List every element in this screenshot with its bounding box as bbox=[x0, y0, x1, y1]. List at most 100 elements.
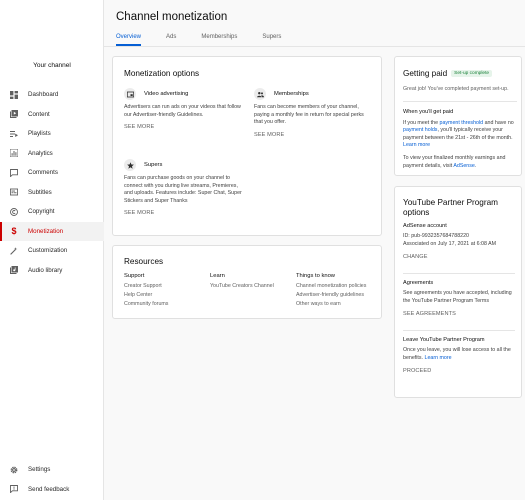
members-icon bbox=[254, 88, 266, 100]
adsense-associated-date: Associated on July 17, 2021 at 6:08 AM bbox=[403, 240, 497, 247]
sidebar-item-label: Settings bbox=[28, 466, 51, 474]
resources-support-column: Support Creator Support Help Center Comm… bbox=[124, 273, 168, 309]
change-adsense-button[interactable]: CHANGE bbox=[403, 254, 515, 260]
tab-ads[interactable]: Ads bbox=[166, 30, 176, 46]
dollar-icon: $ bbox=[11, 226, 17, 237]
copyright-icon bbox=[10, 207, 18, 216]
adsense-link[interactable]: AdSense bbox=[453, 163, 475, 169]
ypp-options-title: YouTube Partner Program options bbox=[403, 198, 498, 217]
video-ad-icon bbox=[124, 88, 136, 100]
divider bbox=[403, 100, 517, 102]
sidebar-item-label: Customization bbox=[28, 247, 68, 255]
tab-overview[interactable]: Overview bbox=[116, 30, 142, 46]
youtube-creators-channel-link[interactable]: YouTube Creators Channel bbox=[210, 282, 274, 291]
video-advertising-see-more-button[interactable]: SEE MORE bbox=[124, 124, 242, 130]
divider bbox=[403, 273, 515, 274]
sidebar-item-subtitles[interactable]: Subtitles bbox=[0, 183, 104, 203]
payment-status-text: Great job! You've completed payment set-… bbox=[403, 86, 509, 92]
sidebar-item-analytics[interactable]: Analytics bbox=[0, 144, 104, 164]
video-advertising-title: Video advertising bbox=[144, 91, 189, 97]
tab-memberships[interactable]: Memberships bbox=[201, 30, 237, 46]
memberships-see-more-button[interactable]: SEE MORE bbox=[254, 132, 372, 138]
payment-holds-link[interactable]: payment holds bbox=[403, 127, 437, 133]
channel-monetization-policies-link[interactable]: Channel monetization policies bbox=[296, 282, 366, 291]
help-center-link[interactable]: Help Center bbox=[124, 291, 168, 300]
leave-ypp-heading: Leave YouTube Partner Program bbox=[403, 337, 485, 343]
tab-supers[interactable]: Supers bbox=[262, 30, 281, 46]
agreements-desc: See agreements you have accepted, includ… bbox=[403, 290, 512, 304]
audio-library-icon bbox=[10, 266, 18, 275]
sidebar-item-settings[interactable]: Settings bbox=[0, 460, 104, 480]
sidebar-item-dashboard[interactable]: Dashboard bbox=[0, 85, 104, 105]
sidebar-item-comments[interactable]: Comments bbox=[0, 163, 104, 183]
video-advertising-option: Video advertising Advertisers can run ad… bbox=[124, 88, 242, 130]
sidebar-item-label: Content bbox=[28, 110, 50, 118]
sidebar-item-label: Comments bbox=[28, 169, 58, 177]
supers-see-more-button[interactable]: SEE MORE bbox=[124, 210, 242, 216]
learn-more-link[interactable]: Learn more bbox=[425, 355, 452, 361]
adsense-account-heading: AdSense account bbox=[403, 223, 447, 229]
agreements-section: Agreements See agreements you have accep… bbox=[403, 280, 515, 317]
ypp-options-card: YouTube Partner Program options AdSense … bbox=[394, 186, 522, 398]
getting-paid-title: Getting paid bbox=[403, 69, 448, 78]
memberships-title: Memberships bbox=[274, 91, 309, 97]
sidebar-item-send-feedback[interactable]: Send feedback bbox=[0, 480, 104, 500]
analytics-icon bbox=[10, 149, 18, 158]
adsense-visit-text: To view your finalized monthly earnings … bbox=[403, 154, 506, 169]
tab-divider bbox=[104, 46, 525, 47]
creator-support-link[interactable]: Creator Support bbox=[124, 282, 168, 291]
resources-column-title: Learn bbox=[210, 273, 225, 279]
sidebar-item-label: Audio library bbox=[28, 266, 63, 274]
sidebar-item-content[interactable]: Content bbox=[0, 105, 104, 125]
sidebar-item-customization[interactable]: Customization bbox=[0, 241, 104, 261]
sidebar-item-label: Subtitles bbox=[28, 188, 52, 196]
monetization-options-card: Monetization options Video advertising A… bbox=[112, 56, 382, 236]
sidebar-item-audio-library[interactable]: Audio library bbox=[0, 261, 104, 281]
learn-more-link[interactable]: Learn more bbox=[403, 142, 430, 148]
supers-desc: Fans can purchase goods on your channel … bbox=[124, 175, 242, 204]
sidebar-item-playlists[interactable]: Playlists bbox=[0, 124, 104, 144]
sidebar-item-label: Copyright bbox=[28, 208, 55, 216]
when-paid-text: If you meet the payment threshold and ha… bbox=[403, 119, 514, 149]
tab-bar: Overview Ads Memberships Supers bbox=[116, 30, 306, 46]
leave-ypp-desc: Once you leave, you will lose access to … bbox=[403, 347, 511, 361]
content-icon bbox=[10, 110, 18, 119]
other-ways-to-earn-link[interactable]: Other ways to earn bbox=[296, 300, 366, 309]
gear-icon bbox=[10, 466, 18, 474]
when-paid-heading: When you'll get paid bbox=[403, 108, 454, 115]
sidebar-item-label: Analytics bbox=[28, 149, 53, 157]
sidebar: Your channel Dashboard Content Playlists… bbox=[0, 0, 104, 500]
dashboard-icon bbox=[10, 90, 18, 99]
sidebar-item-label: Monetization bbox=[28, 227, 64, 235]
star-icon bbox=[124, 159, 136, 171]
sidebar-bottom: Settings Send feedback bbox=[0, 460, 104, 499]
agreements-heading: Agreements bbox=[403, 280, 434, 286]
sidebar-item-monetization[interactable]: $ Monetization bbox=[0, 221, 104, 241]
resources-card: Resources Support Creator Support Help C… bbox=[112, 245, 382, 319]
monetization-options-title: Monetization options bbox=[124, 69, 200, 78]
getting-paid-card: Getting paid Set-up complete Great job! … bbox=[394, 56, 522, 176]
resources-title: Resources bbox=[124, 257, 164, 266]
sidebar-item-copyright[interactable]: Copyright bbox=[0, 202, 104, 222]
channel-label: Your channel bbox=[33, 62, 71, 69]
adsense-account-id: ID: pub-9932357684788220 bbox=[403, 233, 469, 239]
sidebar-item-label: Send feedback bbox=[28, 485, 70, 493]
advertiser-friendly-guidelines-link[interactable]: Advertiser-friendly guidelines bbox=[296, 291, 366, 300]
status-badge: Set-up complete bbox=[451, 70, 493, 77]
supers-title: Supers bbox=[144, 162, 163, 168]
proceed-button[interactable]: PROCEED bbox=[403, 368, 515, 374]
resources-things-to-know-column: Things to know Channel monetization poli… bbox=[296, 273, 366, 309]
feedback-icon bbox=[10, 485, 18, 494]
resources-column-title: Support bbox=[124, 273, 145, 279]
comments-icon bbox=[10, 168, 18, 177]
playlists-icon bbox=[10, 130, 18, 138]
memberships-desc: Fans can become members of your channel,… bbox=[254, 104, 364, 126]
page-title: Channel monetization bbox=[116, 11, 228, 23]
adsense-account-section: AdSense account ID: pub-9932357684788220… bbox=[403, 223, 515, 260]
leave-ypp-section: Leave YouTube Partner Program Once you l… bbox=[403, 337, 515, 374]
payment-threshold-link[interactable]: payment threshold bbox=[440, 120, 484, 126]
see-agreements-button[interactable]: SEE AGREEMENTS bbox=[403, 311, 515, 317]
community-forums-link[interactable]: Community forums bbox=[124, 300, 168, 309]
sidebar-nav: Dashboard Content Playlists Analytics Co… bbox=[0, 85, 104, 280]
subtitles-icon bbox=[10, 188, 18, 196]
